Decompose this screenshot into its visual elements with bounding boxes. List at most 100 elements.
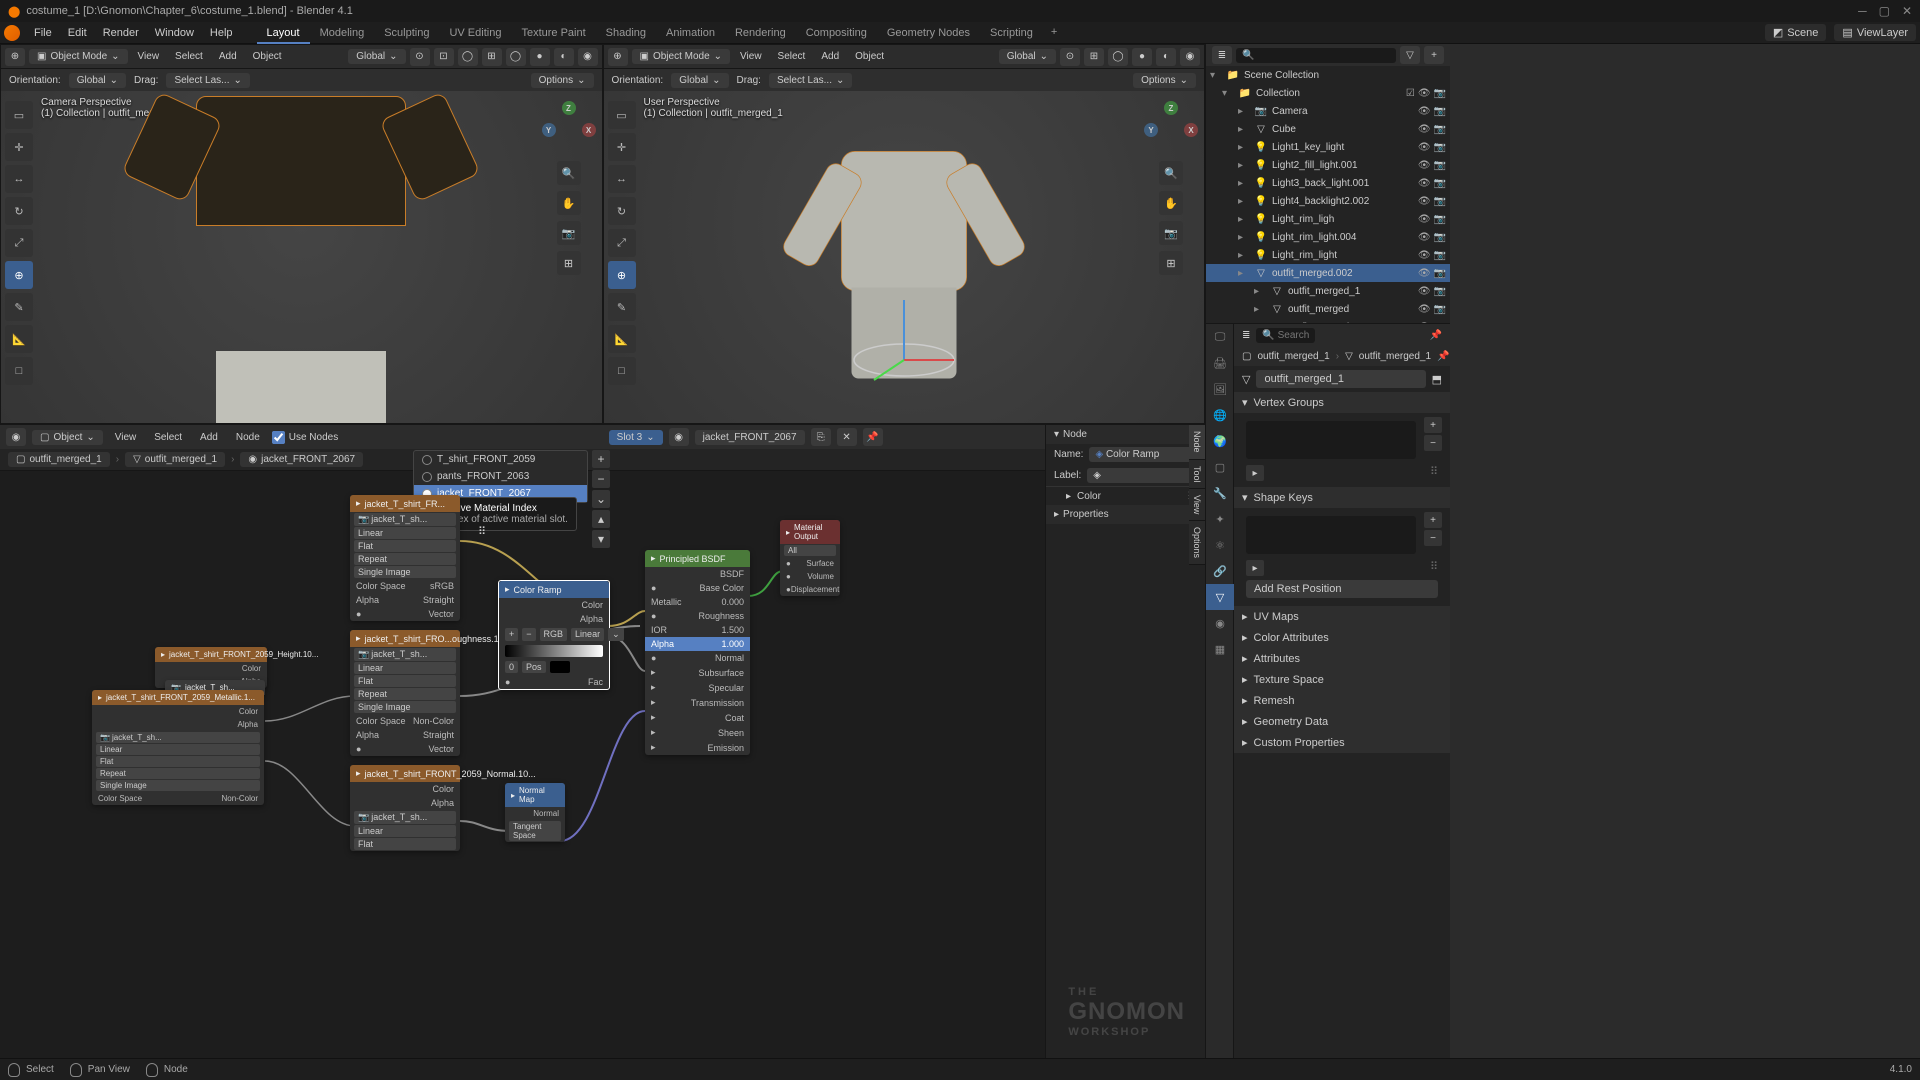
editor-type-button[interactable]: ⊕: [5, 48, 25, 66]
outliner-item[interactable]: ▸💡Light_rim_light.004👁📷: [1206, 228, 1450, 246]
viewport-right[interactable]: ⊕ ▣Object Mode⌄ View Select Add Object G…: [603, 44, 1206, 424]
workspace-tab-shading[interactable]: Shading: [596, 24, 656, 42]
node-editor[interactable]: ◉ ▢Object⌄ View Select Add Node Use Node…: [0, 424, 1205, 1058]
shading-material[interactable]: ◐: [554, 48, 574, 66]
menu-add[interactable]: Add: [194, 430, 224, 445]
tool-scale[interactable]: ⤢: [608, 229, 636, 257]
panel-attributes[interactable]: ▸Attributes: [1234, 648, 1450, 669]
minimize-button[interactable]: ─: [1858, 4, 1867, 18]
editor-type-button[interactable]: ◉: [6, 428, 26, 446]
image-texture-node-3[interactable]: ▸jacket_T_shirt_FRONT_2059_Normal.10... …: [350, 765, 460, 851]
tab-viewlayer[interactable]: 🖼: [1206, 376, 1234, 402]
shading-rendered[interactable]: ◉: [578, 48, 598, 66]
zoom-button[interactable]: 🔍: [557, 161, 581, 185]
ramp-remove[interactable]: −: [522, 628, 535, 641]
menu-select[interactable]: Select: [772, 49, 812, 64]
overlay-button[interactable]: ⊞: [1084, 48, 1104, 66]
vertex-groups-list[interactable]: [1246, 421, 1416, 459]
zoom-button[interactable]: 🔍: [1159, 161, 1183, 185]
slot-dropdown[interactable]: Slot 3⌄: [609, 430, 663, 445]
object-dropdown[interactable]: ▢Object⌄: [32, 430, 103, 445]
tab-data[interactable]: ▽: [1206, 584, 1234, 610]
menu-view[interactable]: View: [109, 430, 143, 445]
node-name-field[interactable]: ◈ Color Ramp: [1089, 447, 1197, 462]
vg-remove[interactable]: −: [1424, 435, 1442, 451]
menu-help[interactable]: Help: [202, 25, 241, 41]
outliner-search[interactable]: 🔍: [1236, 48, 1396, 63]
pin-icon[interactable]: 📌: [1437, 351, 1449, 362]
collection[interactable]: ▾📁 Collection ☑👁📷: [1206, 84, 1450, 102]
node-label-field[interactable]: ◈: [1087, 468, 1197, 483]
vg-add[interactable]: +: [1424, 417, 1442, 433]
panel-color-attributes[interactable]: ▸Color Attributes: [1234, 627, 1450, 648]
shading-wire[interactable]: ◯: [506, 48, 526, 66]
image-texture-node-1[interactable]: ▸jacket_T_shirt_FR... 📷jacket_T_sh... Li…: [350, 495, 460, 621]
persp-button[interactable]: ⊞: [557, 251, 581, 275]
scene-collection[interactable]: ▾📁 Scene Collection: [1206, 66, 1450, 84]
proportional-button[interactable]: ◯: [458, 48, 478, 66]
material-menu-button[interactable]: ⌄: [592, 490, 610, 508]
outliner-item[interactable]: ▸▽outfit_merged.002👁📷: [1206, 264, 1450, 282]
mode-dropdown[interactable]: ▣Object Mode⌄: [632, 49, 731, 64]
workspace-tab-sculpting[interactable]: Sculpting: [374, 24, 439, 42]
camera-button[interactable]: 📷: [1159, 221, 1183, 245]
material-move-up-button[interactable]: ▴: [592, 510, 610, 528]
menu-file[interactable]: File: [26, 25, 60, 41]
maximize-button[interactable]: ▢: [1879, 4, 1890, 18]
outliner-item[interactable]: ▸💡Light_rim_light👁📷: [1206, 246, 1450, 264]
overlay-button[interactable]: ⊞: [482, 48, 502, 66]
snap-button[interactable]: ⊡: [434, 48, 454, 66]
tool-cursor[interactable]: ✛: [608, 133, 636, 161]
camera-button[interactable]: 📷: [557, 221, 581, 245]
menu-object[interactable]: Object: [849, 49, 890, 64]
material-output-node[interactable]: ▸Material Output All ●Surface ●Volume ●D…: [780, 520, 840, 596]
workspace-tab-compositing[interactable]: Compositing: [796, 24, 877, 42]
tab-texture[interactable]: ▦: [1206, 636, 1234, 662]
options-dropdown[interactable]: Options⌄: [531, 73, 594, 88]
menu-add[interactable]: Add: [213, 49, 243, 64]
tool-measure[interactable]: 📐: [608, 325, 636, 353]
orientation-dropdown[interactable]: Global⌄: [69, 73, 126, 88]
material-slot-2[interactable]: pants_FRONT_2063: [414, 468, 587, 485]
panel-shape-keys[interactable]: ▾Shape Keys: [1234, 487, 1450, 508]
outliner-item[interactable]: ▸▽Cube👁📷: [1206, 120, 1450, 138]
shading-solid[interactable]: ●: [530, 48, 550, 66]
nav-gizmo[interactable]: Z X Y: [1144, 101, 1198, 155]
pan-button[interactable]: ✋: [1159, 191, 1183, 215]
tab-output[interactable]: 🖨: [1206, 350, 1234, 376]
tab-modifiers[interactable]: 🔧: [1206, 480, 1234, 506]
crumb-object[interactable]: ▢outfit_merged_1: [8, 452, 110, 467]
tool-add-cube[interactable]: □: [5, 357, 33, 385]
panel-custom-properties[interactable]: ▸Custom Properties: [1234, 732, 1450, 753]
panel-uv-maps[interactable]: ▸UV Maps: [1234, 606, 1450, 627]
outliner-item[interactable]: ▸▽outfit_merged_1👁📷: [1206, 282, 1450, 300]
tab-constraints[interactable]: 🔗: [1206, 558, 1234, 584]
properties-search[interactable]: 🔍 Search: [1256, 328, 1315, 343]
sidebar-properties-panel[interactable]: ▸Properties: [1046, 505, 1205, 524]
pin-icon[interactable]: 📌: [1430, 330, 1442, 341]
tab-physics[interactable]: ⚛: [1206, 532, 1234, 558]
shading-rendered[interactable]: ◉: [1180, 48, 1200, 66]
drag-handle[interactable]: ⠿: [478, 525, 538, 529]
sk-remove[interactable]: −: [1424, 530, 1442, 546]
tool-scale[interactable]: ⤢: [5, 229, 33, 257]
workspace-tab-layout[interactable]: Layout: [257, 24, 310, 42]
principled-bsdf-node[interactable]: ▸Principled BSDF BSDF ●Base Color Metall…: [645, 550, 750, 755]
shading-wire[interactable]: ◯: [1108, 48, 1128, 66]
viewport-left[interactable]: ⊕ ▣ Object Mode ⌄ View Select Add Object…: [0, 44, 603, 424]
new-collection[interactable]: +: [1424, 46, 1444, 64]
toggle-icon[interactable]: ⬒: [1432, 373, 1442, 386]
crumb-mesh[interactable]: ▽outfit_merged_1: [125, 452, 225, 467]
shading-solid[interactable]: ●: [1132, 48, 1152, 66]
pin-button[interactable]: 📌: [863, 428, 883, 446]
sidebar-tab-options[interactable]: Options: [1189, 521, 1205, 565]
outliner-item[interactable]: ▸💡Light1_key_light👁📷: [1206, 138, 1450, 156]
orientation-dropdown[interactable]: Global⌄: [671, 73, 728, 88]
ramp-add[interactable]: +: [505, 628, 518, 641]
outliner-item[interactable]: ▸▽outfit_merged👁📷: [1206, 300, 1450, 318]
workspace-tab-modeling[interactable]: Modeling: [310, 24, 375, 42]
outliner[interactable]: ≣ 🔍 ▽ + ▾📁 Scene Collection ▾📁 Collectio…: [1206, 44, 1450, 324]
tool-measure[interactable]: 📐: [5, 325, 33, 353]
options-dropdown[interactable]: Options⌄: [1133, 73, 1196, 88]
tool-select[interactable]: ▭: [608, 101, 636, 129]
